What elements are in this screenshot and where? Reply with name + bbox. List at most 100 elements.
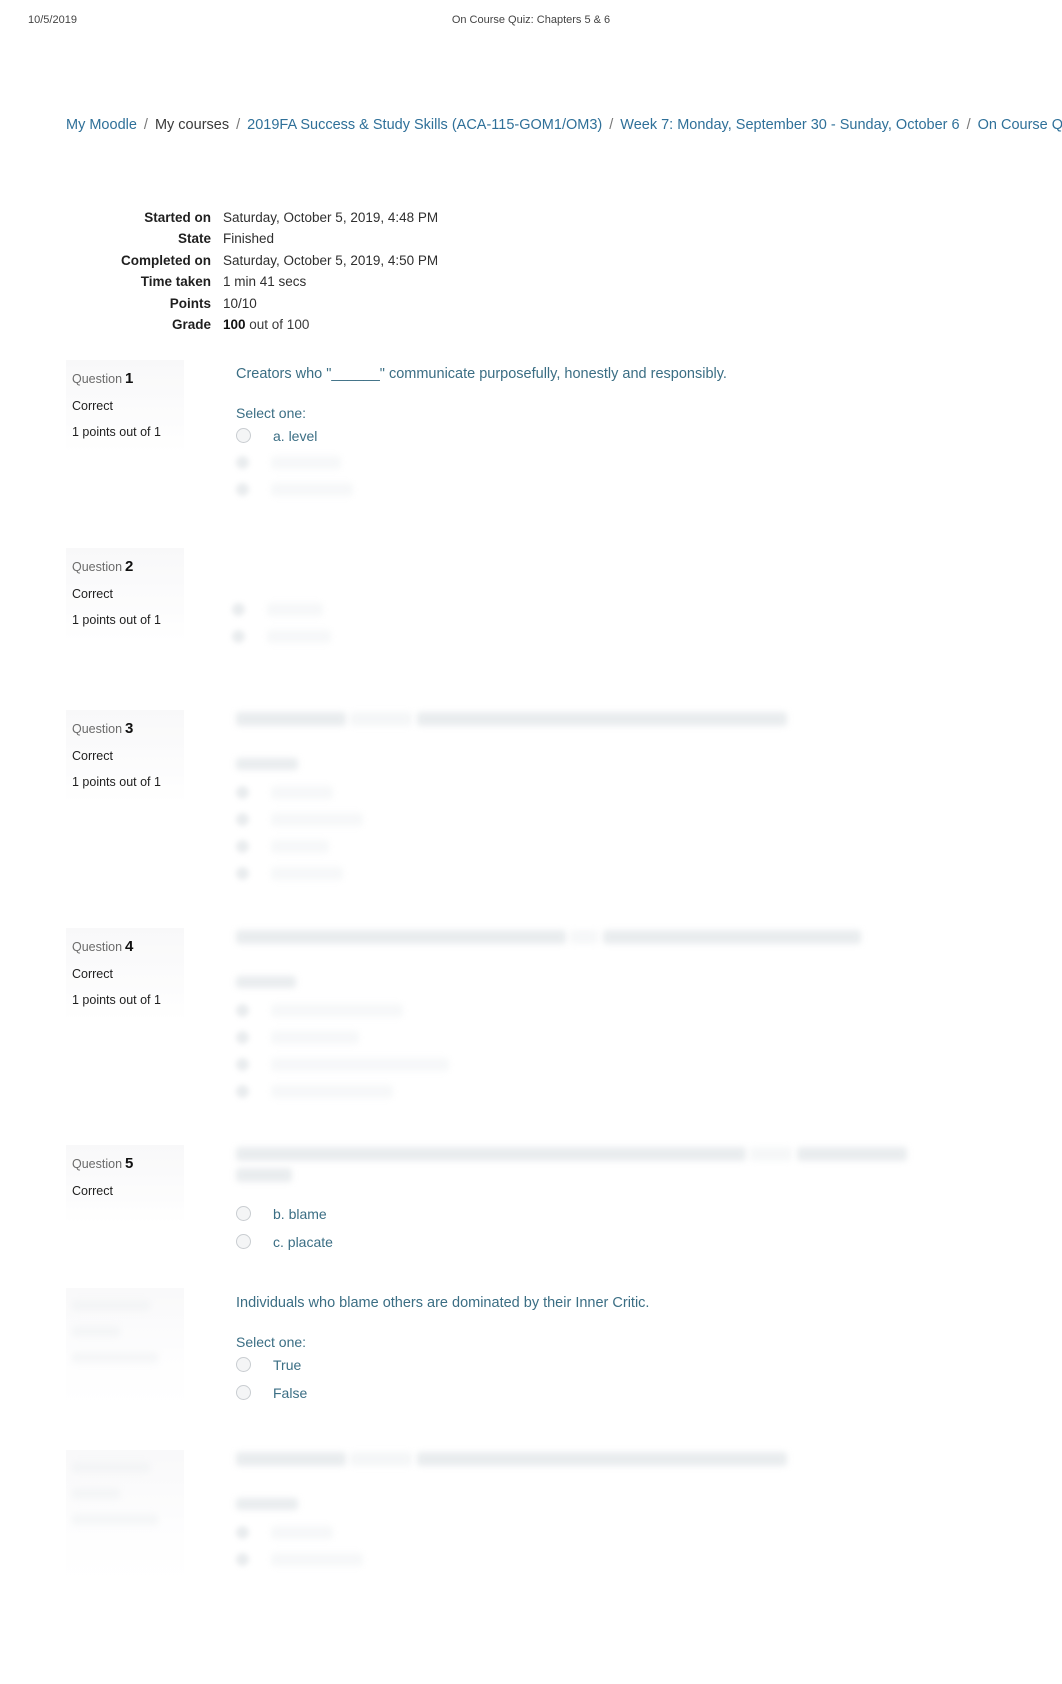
redacted-answer-label-1c <box>271 483 353 496</box>
redacted-answer-label-4a <box>271 1004 403 1017</box>
answer-label-5b: b. blame <box>273 1205 327 1222</box>
question-number-label-4: Question 4 <box>72 938 134 955</box>
question-state-5: Correct <box>72 1184 113 1198</box>
answer-label-6-true: True <box>273 1356 302 1373</box>
question-body-4 <box>236 930 936 1105</box>
radio-icon[interactable] <box>232 630 245 643</box>
question-state-2: Correct <box>72 587 113 601</box>
question-marks-4: 1 points out of 1 <box>72 993 161 1007</box>
summary-value-started-on: Saturday, October 5, 2019, 4:48 PM <box>223 210 439 225</box>
question-body-6: Individuals who blame others are dominat… <box>236 1293 936 1406</box>
radio-icon[interactable] <box>236 813 249 826</box>
summary-value-time-taken: 1 min 41 secs <box>223 274 307 290</box>
summary-label-state: State <box>177 231 211 247</box>
breadcrumb-item-my-courses[interactable]: My courses <box>155 117 229 133</box>
answer-option-2b-redacted[interactable] <box>232 623 932 650</box>
question-info-1: Question 1 Correct 1 points out of 1 <box>66 360 184 453</box>
summary-row: State Finished <box>66 231 946 252</box>
radio-icon[interactable] <box>236 456 249 469</box>
grade-out-of: out of 100 <box>245 316 310 332</box>
question-marks-3: 1 points out of 1 <box>72 775 161 789</box>
redacted-select-one-7 <box>236 1495 936 1513</box>
print-page-title: On Course Quiz: Chapters 5 & 6 <box>451 14 611 26</box>
answer-option-3b-redacted[interactable] <box>236 806 936 833</box>
quiz-review-page: My Moodle / My courses / 2019FA Success & St… <box>40 90 1062 1650</box>
redacted-answer-label-4c <box>271 1058 449 1071</box>
breadcrumb-item-my-moodle[interactable]: My Moodle <box>66 117 137 133</box>
radio-icon[interactable] <box>236 1031 249 1044</box>
question-number-label-5: Question 5 <box>72 1155 134 1172</box>
question-body-1: Creators who "______" communicate purpos… <box>236 364 936 503</box>
answer-label-1a: a. level <box>273 427 318 444</box>
question-number-label-2: Question 2 <box>72 558 134 575</box>
radio-icon[interactable] <box>236 840 249 853</box>
answer-option-3d-redacted[interactable] <box>236 860 936 887</box>
question-info-7 <box>66 1450 184 1584</box>
answer-option-4d-redacted[interactable] <box>236 1078 936 1105</box>
answer-option-2a-redacted[interactable] <box>232 596 932 623</box>
redacted-answer-label-4d <box>271 1085 393 1098</box>
breadcrumb-item-course[interactable]: 2019FA Success & Study Skills (ACA-115-G… <box>247 117 602 133</box>
radio-icon[interactable] <box>236 1553 249 1566</box>
radio-icon[interactable] <box>236 867 249 880</box>
answer-option-4b-redacted[interactable] <box>236 1024 936 1051</box>
redacted-question-text-3 <box>236 712 936 733</box>
breadcrumb-item-quiz[interactable]: On Course Quiz: Chapters 5 & 6 <box>978 117 1062 133</box>
question-state-3: Correct <box>72 749 113 763</box>
answer-option-1c-redacted[interactable] <box>236 476 936 503</box>
summary-label-started-on: Started on <box>144 210 211 225</box>
grade-number: 100 <box>223 316 246 332</box>
breadcrumb-separator: / <box>236 117 241 133</box>
redacted-select-one-3 <box>236 755 936 773</box>
radio-icon[interactable] <box>236 1085 249 1098</box>
breadcrumb-separator: / <box>966 117 971 133</box>
redacted-answer-label-7a <box>271 1526 333 1539</box>
question-info-2: Question 2 Correct 1 points out of 1 <box>66 548 184 641</box>
redacted-answer-label-3c <box>271 840 329 853</box>
radio-icon[interactable] <box>236 1357 251 1372</box>
summary-value-state: Finished <box>223 231 275 247</box>
radio-icon[interactable] <box>232 603 245 616</box>
radio-icon[interactable] <box>236 1206 251 1221</box>
radio-icon[interactable] <box>236 483 249 496</box>
redacted-answer-label-3a <box>271 786 333 799</box>
answer-option-1a[interactable]: a. level <box>236 422 936 449</box>
select-one-label-1: Select one: <box>236 405 307 421</box>
redacted-question-text-4 <box>236 930 936 951</box>
answer-label-6-false: False <box>273 1384 308 1401</box>
redacted-answer-label-2b <box>267 630 331 643</box>
redacted-answer-label-2a <box>267 603 323 616</box>
answer-option-7a-redacted[interactable] <box>236 1519 936 1546</box>
redacted-answer-label-1b <box>271 456 341 469</box>
breadcrumb-item-week[interactable]: Week 7: Monday, September 30 - Sunday, O… <box>620 117 959 133</box>
answer-option-5c[interactable]: c. placate <box>236 1228 936 1255</box>
answer-option-5b[interactable]: b. blame <box>236 1200 936 1227</box>
question-number-label-6 <box>72 1298 172 1312</box>
radio-icon[interactable] <box>236 1526 249 1539</box>
question-marks-6 <box>72 1350 172 1364</box>
answer-option-3c-redacted[interactable] <box>236 833 936 860</box>
radio-icon[interactable] <box>236 1234 251 1249</box>
question-info-5: Question 5 Correct <box>66 1145 184 1224</box>
summary-row: Time taken 1 min 41 secs <box>66 274 946 295</box>
summary-label-points: Points <box>169 295 211 311</box>
radio-icon[interactable] <box>236 1058 249 1071</box>
answer-option-1b-redacted[interactable] <box>236 449 936 476</box>
radio-icon[interactable] <box>236 1004 249 1017</box>
redacted-answer-label-3d <box>271 867 343 880</box>
answer-option-4c-redacted[interactable] <box>236 1051 936 1078</box>
radio-icon[interactable] <box>236 786 249 799</box>
radio-icon[interactable] <box>236 1385 251 1400</box>
breadcrumb-separator: / <box>143 117 148 133</box>
redacted-answer-label-3b <box>271 813 363 826</box>
answer-option-3a-redacted[interactable] <box>236 779 936 806</box>
answer-option-6-true[interactable]: True <box>236 1351 936 1378</box>
redacted-select-one-4 <box>236 973 936 991</box>
question-marks-1: 1 points out of 1 <box>72 425 161 439</box>
answer-option-7b-redacted[interactable] <box>236 1546 936 1573</box>
answer-option-4a-redacted[interactable] <box>236 997 936 1024</box>
question-body-7 <box>236 1452 936 1573</box>
radio-icon[interactable] <box>236 428 251 443</box>
summary-value-points: 10/10 <box>223 295 257 311</box>
answer-option-6-false[interactable]: False <box>236 1379 936 1406</box>
